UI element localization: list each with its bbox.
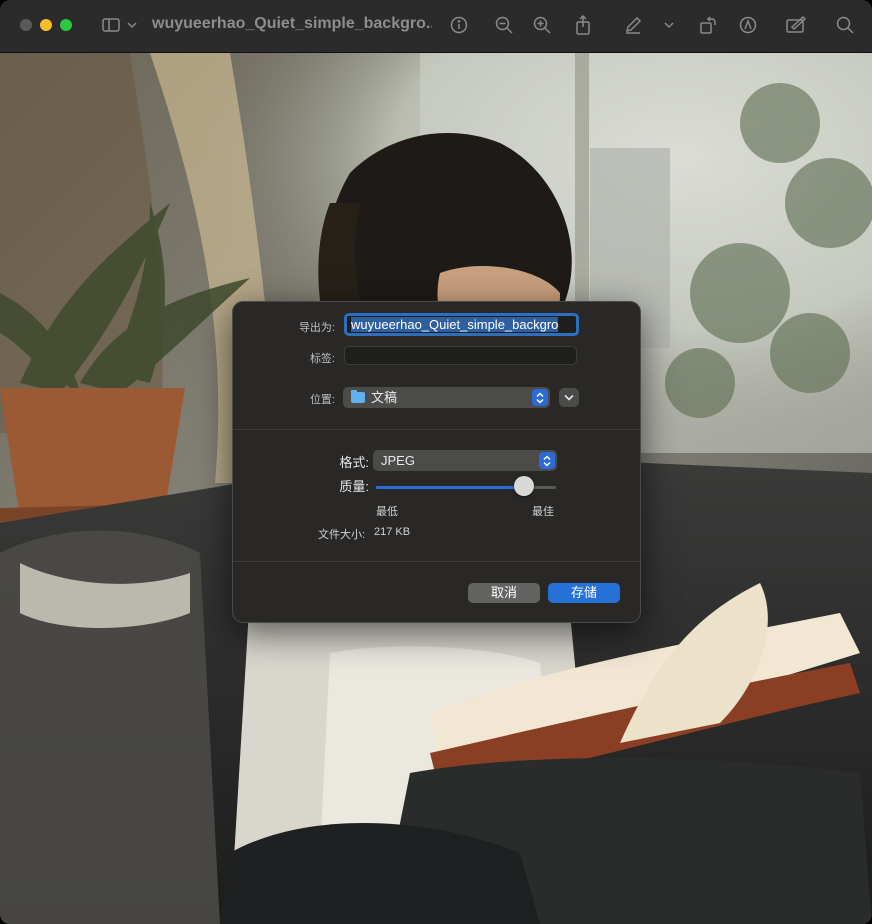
info-icon[interactable] [448,14,470,36]
filename-value: wuyueerhao_Quiet_simple_backgro [351,317,559,332]
export-as-label: 导出为: [298,322,335,334]
file-size-label: 文件大小: [318,529,366,541]
format-popup[interactable]: JPEG [373,450,557,471]
chevron-down-icon[interactable] [126,14,138,36]
updown-chevron-icon [532,389,548,406]
title-bar: wuyueerhao_Quiet_simple_backgro... [0,0,872,53]
window-title: wuyueerhao_Quiet_simple_backgro... [152,15,432,32]
close-window-button[interactable] [20,19,32,31]
export-dialog: 导出为: wuyueerhao_Quiet_simple_backgro 标签:… [232,301,641,623]
divider [233,561,640,562]
quality-slider-knob[interactable] [513,476,534,496]
tags-input[interactable] [344,346,577,365]
filename-input[interactable]: wuyueerhao_Quiet_simple_backgro [344,313,579,336]
chevron-down-icon[interactable] [663,14,675,36]
divider [233,429,640,430]
cancel-button[interactable]: 取消 [468,583,540,603]
expand-browser-button[interactable] [559,388,579,407]
location-popup[interactable]: 文稿 [343,387,550,408]
chevron-down-icon [564,394,574,401]
zoom-out-icon[interactable] [493,14,515,36]
quality-max-label: 最佳 [532,506,554,518]
zoom-in-icon[interactable] [531,14,553,36]
quality-slider-fill [376,486,524,489]
share-icon[interactable] [572,14,594,36]
updown-chevron-icon [539,452,555,469]
form-fill-icon[interactable] [785,14,807,36]
sidebar-icon[interactable] [100,14,122,36]
zoom-window-button[interactable] [60,19,72,31]
quality-label: 质量: [339,479,369,494]
quality-min-label: 最低 [376,506,398,518]
save-button[interactable]: 存储 [548,583,620,603]
tags-label: 标签: [309,353,335,365]
markup-circle-icon[interactable] [737,14,759,36]
rotate-icon[interactable] [697,14,719,36]
location-value: 文稿 [371,390,398,405]
file-size-value: 217 KB [374,526,411,538]
markup-pen-icon[interactable] [622,14,644,36]
location-label: 位置: [309,394,335,406]
folder-icon [351,390,365,403]
minimize-window-button[interactable] [40,19,52,31]
search-icon[interactable] [834,14,856,36]
preview-window: wuyueerhao_Quiet_simple_backgro... 导出为: … [0,0,872,924]
format-value: JPEG [381,453,415,468]
format-label: 格式: [339,455,369,470]
